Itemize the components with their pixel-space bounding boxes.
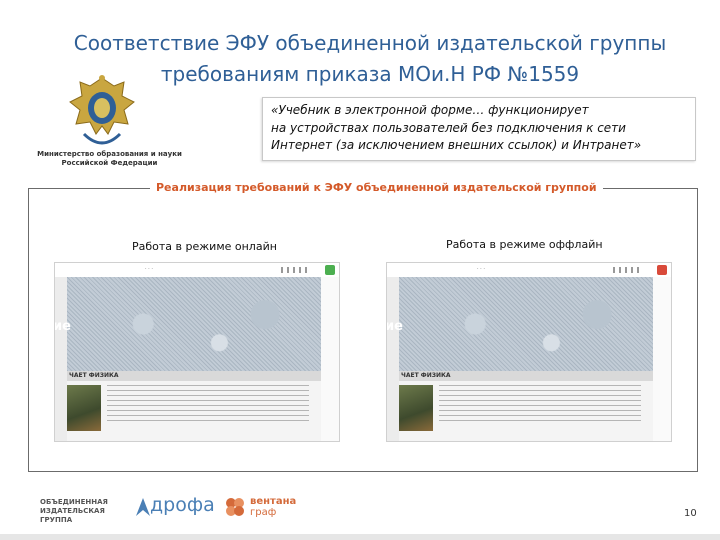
cover-overlay-text: ие	[386, 319, 403, 334]
group-line2: ИЗДАТЕЛЬСКАЯ ГРУППА	[40, 507, 105, 524]
section-title: ЧАЕТ ФИЗИКА	[401, 372, 451, 379]
quote-text: «Учебник в электронной форме… функционир…	[271, 102, 691, 155]
frame-caption: Реализация требований к ЭФУ объединенной…	[150, 181, 603, 194]
ministry-line2: Российской Федерации	[61, 159, 158, 167]
chapter-thumbnail	[399, 385, 433, 431]
ministry-line1: Министерство образования и науки	[37, 150, 182, 158]
ministry-emblem-icon	[69, 75, 135, 145]
ventana-logo-text: вентана граф	[250, 496, 296, 518]
online-mode-label: Работа в режиме онлайн	[132, 240, 277, 253]
drofa-logo-text: дрофа	[150, 494, 215, 516]
screenshot-scrollbar	[321, 277, 339, 441]
slide-title-line1: Соответствие ЭФУ объединенной издательск…	[73, 31, 667, 55]
quote-line2: на устройствах пользователей без подключ…	[271, 120, 626, 135]
chapter-text	[439, 385, 641, 425]
screenshot-scrollbar	[653, 277, 671, 441]
quote-line3: Интернет (за исключением внешних ссылок)…	[271, 138, 642, 152]
cover-overlay-text: ие	[54, 319, 71, 334]
chapter-thumbnail	[67, 385, 101, 431]
quote-box: «Учебник в электронной форме… функционир…	[262, 97, 696, 161]
quote-line1: «Учебник в электронной форме… функционир…	[271, 103, 589, 117]
section-title: ЧАЕТ ФИЗИКА	[69, 372, 119, 379]
page-number: 10	[684, 508, 697, 519]
ventana-logo-icon	[226, 498, 244, 516]
toolbar-icons	[613, 267, 643, 273]
ventana-line1: вентана	[250, 496, 297, 507]
group-line1: ОБЪЕДИНЕННАЯ	[40, 498, 108, 506]
section-bar: ЧАЕТ ФИЗИКА	[399, 371, 653, 381]
publishing-group-label: ОБЪЕДИНЕННАЯ ИЗДАТЕЛЬСКАЯ ГРУППА	[40, 498, 130, 525]
online-status-icon	[325, 265, 335, 275]
screenshot-sidebar	[55, 277, 67, 441]
screenshot-sidebar	[387, 277, 399, 441]
book-cover-image	[399, 277, 653, 371]
book-cover-image	[67, 277, 321, 371]
ventana-line2: граф	[250, 507, 277, 518]
bottom-rule	[0, 534, 720, 540]
offline-mode-label: Работа в режиме оффлайн	[446, 238, 603, 251]
offline-status-icon	[657, 265, 667, 275]
toolbar-title: · · ·	[145, 266, 153, 272]
screenshot-toolbar: · · ·	[55, 263, 339, 278]
online-screenshot: · · · ие ЧАЕТ ФИЗИКА	[54, 262, 340, 442]
footer-logos: ОБЪЕДИНЕННАЯ ИЗДАТЕЛЬСКАЯ ГРУППА дрофа в…	[28, 492, 348, 524]
ministry-label: Министерство образования и науки Российс…	[32, 150, 187, 168]
chapter-text	[107, 385, 309, 425]
screenshot-toolbar: · · ·	[387, 263, 671, 278]
section-bar: ЧАЕТ ФИЗИКА	[67, 371, 321, 381]
toolbar-icons	[281, 267, 311, 273]
offline-screenshot: · · · ие ЧАЕТ ФИЗИКА	[386, 262, 672, 442]
toolbar-title: · · ·	[477, 266, 485, 272]
